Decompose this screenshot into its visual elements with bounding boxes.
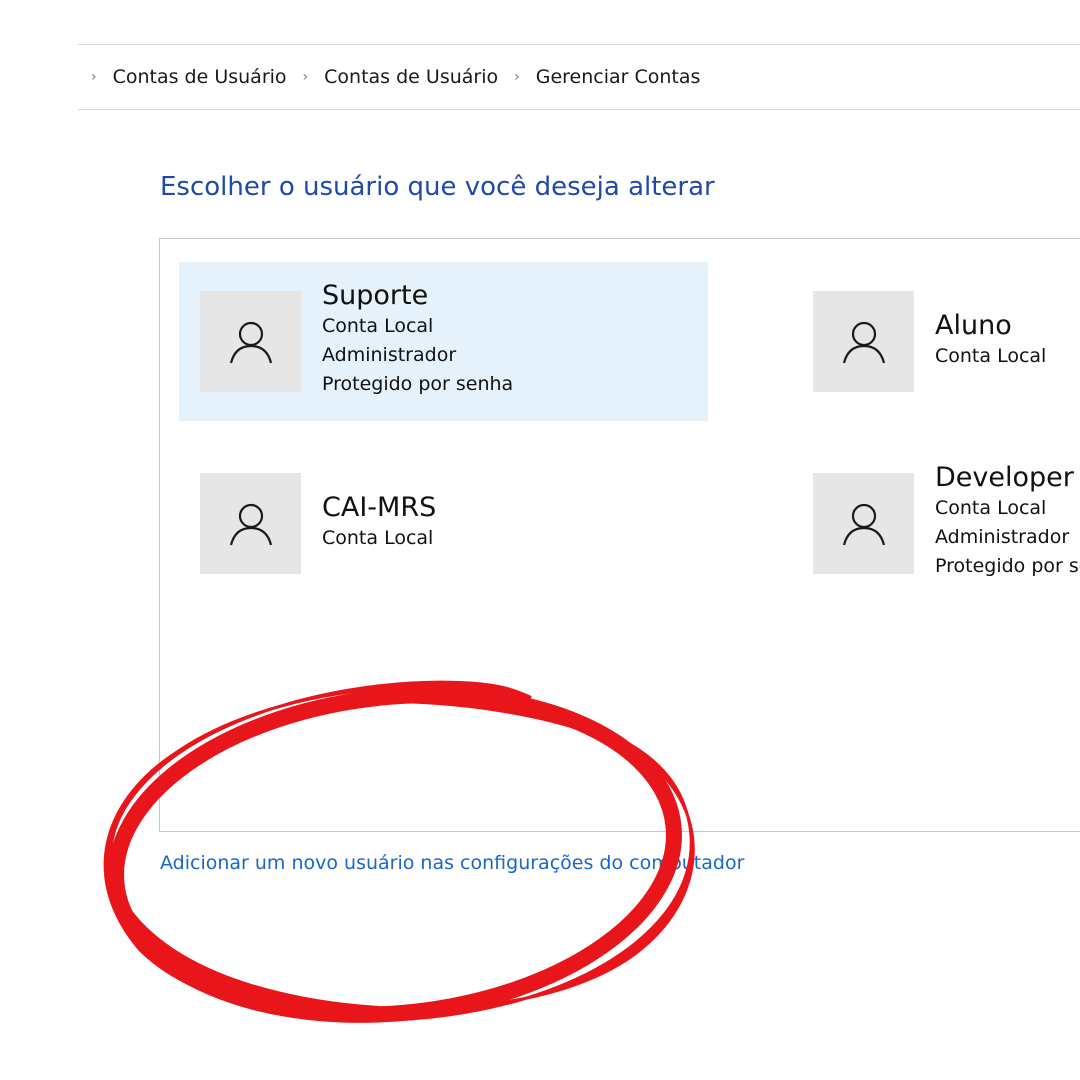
chevron-right-icon: ›	[90, 69, 97, 85]
account-info: Aluno Conta Local	[935, 310, 1046, 371]
account-avatar	[200, 291, 301, 392]
account-role: Administrador	[935, 526, 1070, 548]
account-password-status: Protegido por senha	[935, 555, 1080, 577]
account-info: Suporte Conta Local Administrador Proteg…	[322, 280, 513, 399]
account-tile-developer[interactable]: Developer Conta Local Administrador Prot…	[792, 444, 1080, 603]
account-name: Suporte	[322, 280, 429, 311]
account-avatar	[813, 473, 914, 574]
account-tile-cai-mrs[interactable]: CAI-MRS Conta Local	[179, 444, 708, 603]
accounts-list: Suporte Conta Local Administrador Proteg…	[159, 238, 1080, 832]
user-accounts-window: le › Contas de Usuário › Contas de Usuár…	[0, 0, 1080, 1080]
account-password-status: Protegido por senha	[322, 373, 514, 395]
account-type: Conta Local	[322, 315, 434, 337]
breadcrumb-item-user-accounts[interactable]: Contas de Usuário	[113, 66, 287, 88]
account-avatar	[200, 473, 301, 574]
account-avatar	[813, 291, 914, 392]
account-info: CAI-MRS Conta Local	[322, 492, 436, 553]
user-icon	[229, 321, 272, 363]
account-name: Developer	[935, 462, 1074, 493]
account-type: Conta Local	[322, 527, 434, 549]
breadcrumb: le › Contas de Usuário › Contas de Usuár…	[78, 44, 1080, 110]
page-title: Escolher o usuário que você deseja alter…	[160, 172, 715, 202]
add-user-link[interactable]: Adicionar um novo usuário nas configuraç…	[160, 852, 744, 874]
account-type: Conta Local	[935, 345, 1047, 367]
account-role: Administrador	[322, 344, 457, 366]
breadcrumb-item-manage-accounts[interactable]: Gerenciar Contas	[536, 66, 701, 88]
account-tile-suporte[interactable]: Suporte Conta Local Administrador Proteg…	[179, 262, 708, 421]
user-icon	[229, 503, 272, 545]
account-tile-aluno[interactable]: Aluno Conta Local	[792, 262, 1080, 421]
chevron-right-icon: ›	[514, 69, 520, 85]
account-name: Aluno	[935, 310, 1012, 341]
user-icon	[842, 321, 885, 363]
account-type: Conta Local	[935, 497, 1047, 519]
account-info: Developer Conta Local Administrador Prot…	[935, 462, 1080, 581]
user-icon	[842, 503, 885, 545]
account-name: CAI-MRS	[322, 492, 437, 523]
chevron-right-icon: ›	[302, 69, 309, 85]
breadcrumb-item-user-accounts-2[interactable]: Contas de Usuário	[324, 66, 498, 88]
